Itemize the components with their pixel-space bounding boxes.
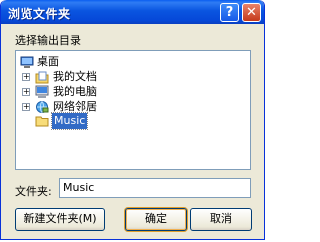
expand-toggle[interactable]: +: [22, 88, 30, 96]
tree-item-label: 我的电脑: [53, 85, 97, 98]
help-button[interactable]: ?: [220, 3, 239, 22]
expand-toggle[interactable]: +: [22, 103, 30, 111]
ok-button[interactable]: 确定: [125, 208, 187, 231]
title-bar[interactable]: 浏览文件夹 ? ✕: [1, 0, 264, 24]
tree-item-label: Music: [50, 112, 89, 130]
folder-icon: [35, 116, 49, 127]
my-computer-icon: [35, 85, 49, 98]
close-button[interactable]: ✕: [242, 3, 261, 22]
cancel-button[interactable]: 取消: [190, 208, 252, 231]
window-title: 浏览文件夹: [8, 7, 71, 21]
expand-toggle[interactable]: +: [22, 73, 30, 81]
folder-name-input[interactable]: Music: [59, 178, 251, 198]
tree-item-label: 桌面: [37, 55, 59, 68]
tree-item-label: 我的文档: [53, 70, 97, 83]
network-places-icon: [36, 101, 49, 113]
new-folder-button[interactable]: 新建文件夹(M): [15, 208, 105, 231]
folder-tree[interactable]: 桌面 + 我的文档 + 我的电脑 + 网络邻居 Music: [15, 50, 251, 170]
dialog-prompt: 选择输出目录: [15, 34, 81, 47]
folder-field-label: 文件夹:: [15, 185, 52, 198]
my-documents-icon: [35, 71, 49, 84]
browse-folder-dialog: 浏览文件夹 ? ✕ 选择输出目录 桌面 + 我的文档 + 我的电脑 + 网络邻居…: [0, 0, 265, 240]
desktop-icon: [20, 56, 34, 68]
